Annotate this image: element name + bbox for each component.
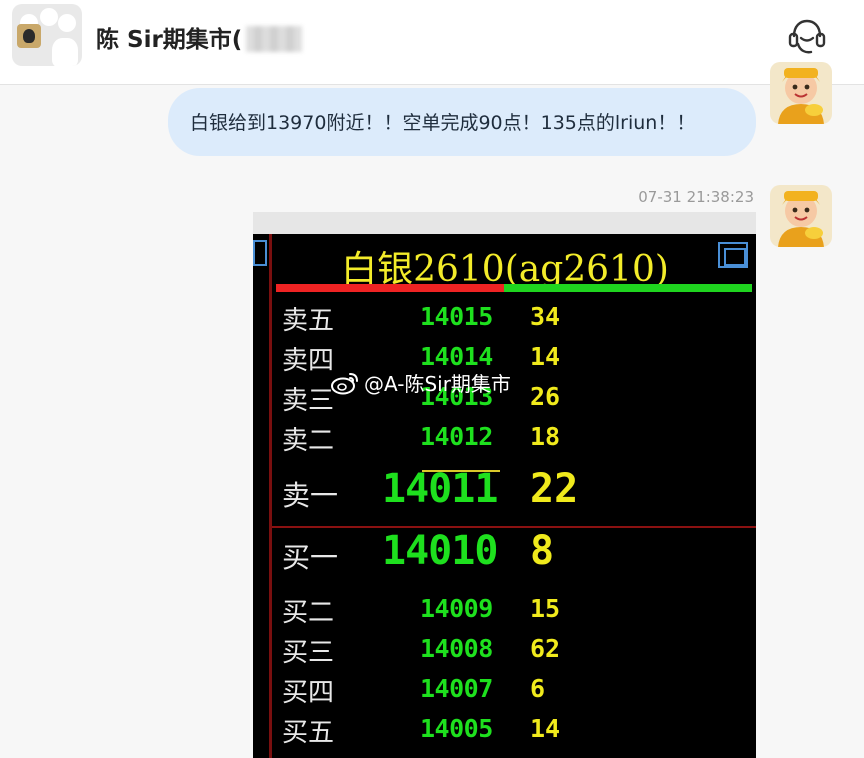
row-label: 卖三 <box>282 386 335 416</box>
row-price: 14007 <box>420 674 493 703</box>
row-price: 14014 <box>420 342 493 371</box>
row-label: 买三 <box>282 638 335 668</box>
row-volume: 22 <box>530 466 579 512</box>
row-price: 14009 <box>420 594 493 623</box>
sell-pressure-bar <box>276 284 504 292</box>
row-volume: 14 <box>530 714 561 743</box>
chat-header: 陈 Sir期集市( <box>0 0 864 85</box>
window-maximize-icon <box>718 242 748 268</box>
weibo-icon <box>331 372 358 394</box>
image-watermark: @A-陈Sir期集市 <box>330 368 511 397</box>
row-volume: 26 <box>530 382 561 411</box>
image-message[interactable]: 白银2610(ag2610) 卖五 14015 34 卖四 14014 14 卖… <box>253 212 756 758</box>
chat-title: 陈 Sir期集市( <box>96 27 243 53</box>
row-price: 14015 <box>420 302 493 331</box>
row-volume: 8 <box>530 528 555 574</box>
chat-window: 陈 Sir期集市( 白银给到13970附近！！空单完成90点！135点的lriu… <box>0 0 864 758</box>
avatar-placeholder-body <box>52 38 78 66</box>
row-label: 卖四 <box>282 346 335 376</box>
avatar-placeholder-dot <box>40 8 58 26</box>
row-label: 卖一 <box>282 479 339 512</box>
message-timestamp: 07-31 21:38:23 <box>638 188 754 206</box>
row-label: 买四 <box>282 678 335 708</box>
redacted-title-suffix <box>246 26 302 52</box>
panel-marker-icon <box>253 240 267 266</box>
sender-avatar[interactable] <box>770 185 832 247</box>
cartoon-avatar-icon <box>770 62 832 124</box>
group-avatar-icon[interactable] <box>12 4 82 66</box>
row-volume: 15 <box>530 594 561 623</box>
row-label: 卖二 <box>282 426 335 456</box>
row-price: 14010 <box>382 528 498 574</box>
row-label: 买五 <box>282 718 335 748</box>
adjacent-panel-edge <box>253 234 270 758</box>
customer-service-icon[interactable] <box>784 14 830 60</box>
buy-pressure-bar <box>504 284 752 292</box>
row-label: 买二 <box>282 598 335 628</box>
sender-avatar[interactable] <box>770 62 832 124</box>
cartoon-avatar-icon <box>770 185 832 247</box>
watermark-text: @A-陈Sir期集市 <box>364 372 511 396</box>
row-volume: 34 <box>530 302 561 331</box>
image-top-border <box>253 212 756 234</box>
row-price: 14011 <box>382 466 498 512</box>
row-volume: 14 <box>530 342 561 371</box>
spread-divider <box>272 526 756 528</box>
row-price: 14012 <box>420 422 493 451</box>
row-price: 14005 <box>420 714 493 743</box>
row-label: 卖五 <box>282 306 335 336</box>
row-volume: 6 <box>530 674 546 703</box>
avatar-placeholder-dot <box>58 14 76 32</box>
order-book-panel: 白银2610(ag2610) 卖五 14015 34 卖四 14014 14 卖… <box>270 234 756 758</box>
member-mini-avatar <box>17 24 41 48</box>
row-volume: 62 <box>530 634 561 663</box>
row-volume: 18 <box>530 422 561 451</box>
row-label: 买一 <box>282 541 339 574</box>
row-price: 14008 <box>420 634 493 663</box>
text-message-bubble[interactable]: 白银给到13970附近！！空单完成90点！135点的lriun！！ <box>168 88 756 156</box>
